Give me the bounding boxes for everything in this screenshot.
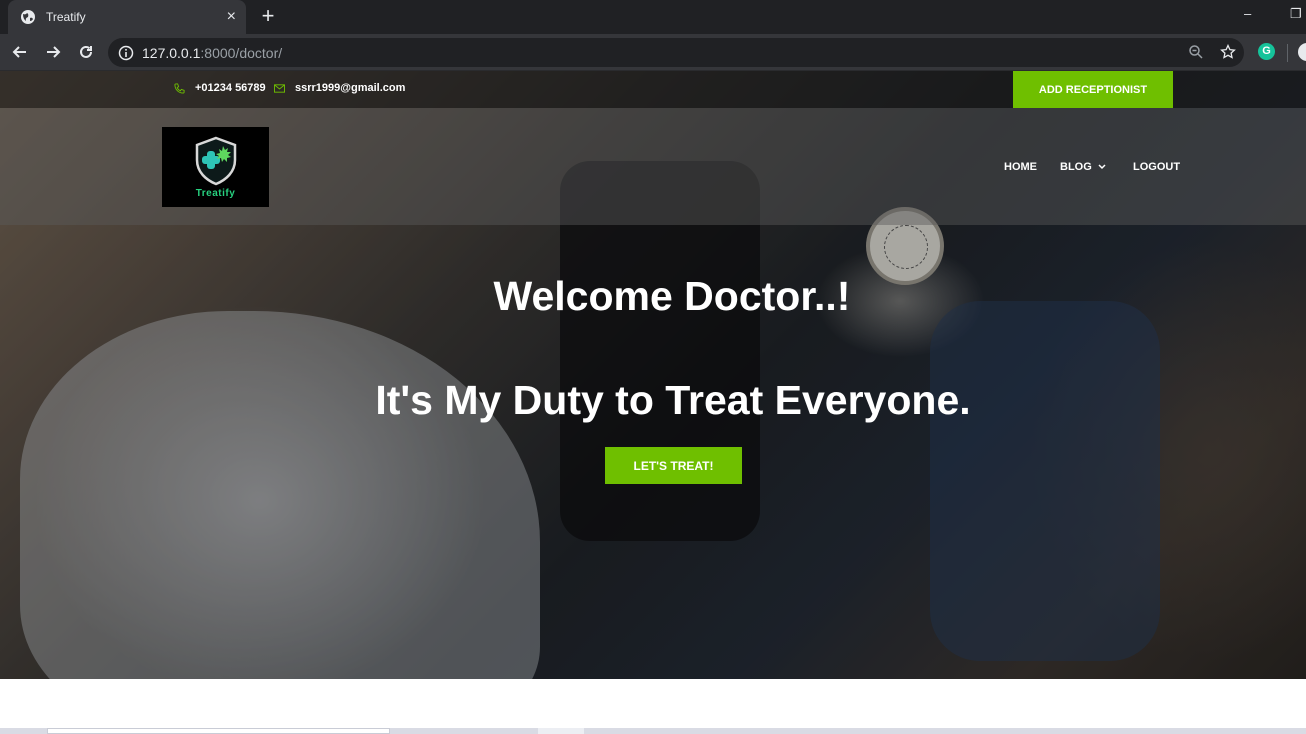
close-tab-icon[interactable]: × bbox=[227, 9, 236, 25]
back-button[interactable] bbox=[8, 41, 32, 63]
restore-window-button[interactable]: ❐ bbox=[1290, 6, 1302, 22]
browser-tab-bar: Treatify × + – ❐ bbox=[0, 0, 1306, 34]
profile-avatar[interactable] bbox=[1298, 43, 1306, 61]
nav-home[interactable]: HOME bbox=[1004, 161, 1037, 173]
arrow-right-icon bbox=[47, 46, 61, 58]
globe-icon bbox=[20, 9, 36, 25]
nav-home-label: HOME bbox=[1004, 161, 1037, 173]
contact-bar: +01234 56789 ssrr1999@gmail.com ADD RECE… bbox=[0, 71, 1306, 108]
email-contact: ssrr1999@gmail.com bbox=[274, 82, 405, 94]
toolbar-divider bbox=[1287, 44, 1288, 62]
site-logo[interactable]: Treatify bbox=[162, 127, 269, 207]
phone-contact: +01234 56789 bbox=[174, 82, 266, 94]
next-section-card bbox=[47, 728, 390, 734]
nav-logout[interactable]: LOGOUT bbox=[1133, 161, 1180, 173]
mail-icon bbox=[274, 83, 285, 93]
new-tab-button[interactable]: + bbox=[256, 5, 280, 28]
grammarly-extension-icon[interactable]: G bbox=[1258, 43, 1275, 60]
zoom-icon[interactable] bbox=[1188, 44, 1204, 65]
logo-text: Treatify bbox=[195, 187, 236, 199]
url-path: :8000/doctor/ bbox=[200, 44, 283, 61]
forward-button[interactable] bbox=[41, 41, 65, 63]
lets-treat-button[interactable]: LET'S TREAT! bbox=[605, 447, 742, 484]
add-receptionist-button[interactable]: ADD RECEPTIONIST bbox=[1013, 71, 1173, 108]
phone-icon bbox=[174, 82, 185, 94]
arrow-left-icon bbox=[12, 46, 26, 58]
nav-logout-label: LOGOUT bbox=[1133, 161, 1181, 173]
chevron-down-icon bbox=[1098, 163, 1106, 172]
minimize-window-button[interactable]: – bbox=[1244, 6, 1251, 21]
browser-toolbar: 127.0.0.1:8000/doctor/ G bbox=[0, 34, 1306, 71]
nav-blog[interactable]: BLOG bbox=[1060, 161, 1106, 173]
bookmark-star-icon[interactable] bbox=[1220, 43, 1236, 65]
info-icon[interactable] bbox=[118, 45, 134, 61]
nav-blog-label: BLOG bbox=[1060, 161, 1092, 173]
shield-logo-icon bbox=[195, 136, 236, 185]
address-bar[interactable]: 127.0.0.1:8000/doctor/ bbox=[108, 38, 1244, 67]
next-section-element bbox=[538, 728, 584, 734]
reload-icon bbox=[80, 45, 92, 58]
browser-tab[interactable]: Treatify × bbox=[8, 0, 246, 34]
site-header: Treatify HOME BLOG LOGOUT bbox=[0, 108, 1306, 225]
tab-title: Treatify bbox=[46, 10, 86, 24]
tagline-heading: It's My Duty to Treat Everyone. bbox=[375, 377, 971, 423]
reload-button[interactable] bbox=[74, 41, 98, 63]
phone-number: +01234 56789 bbox=[195, 82, 266, 94]
email-address: ssrr1999@gmail.com bbox=[295, 82, 406, 94]
hero-section: +01234 56789 ssrr1999@gmail.com ADD RECE… bbox=[0, 71, 1306, 679]
url-host: 127.0.0.1 bbox=[142, 44, 201, 61]
welcome-heading: Welcome Doctor..! bbox=[493, 273, 851, 319]
